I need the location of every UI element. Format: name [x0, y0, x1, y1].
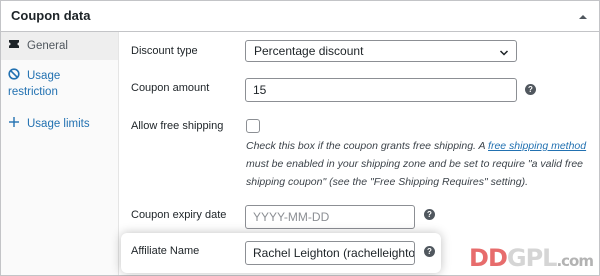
discount-type-value: Percentage discount — [254, 44, 364, 58]
coupon-amount-label: Coupon amount — [131, 82, 210, 94]
panel-header: Coupon data — [1, 1, 599, 32]
expiry-date-help-icon[interactable]: ? — [424, 209, 435, 220]
coupon-amount-input[interactable]: 15 — [245, 78, 517, 102]
free-shipping-method-link[interactable]: free shipping method — [488, 140, 586, 152]
coupon-data-panel: Coupon data General Usage restriction Us… — [0, 0, 600, 276]
affiliate-name-help-icon[interactable]: ? — [424, 246, 435, 257]
watermark-part2: GPL — [506, 244, 558, 272]
discount-type-select[interactable]: Percentage discount — [245, 40, 517, 62]
coupon-amount-help-icon[interactable]: ? — [525, 84, 536, 95]
plus-icon — [8, 116, 20, 128]
tab-general[interactable]: General — [1, 32, 118, 60]
discount-type-label: Discount type — [131, 45, 198, 57]
tab-general-label: General — [27, 40, 68, 52]
tab-usage-restriction-label: Usage restriction — [8, 70, 61, 98]
watermark-part1: DD — [469, 244, 508, 272]
affiliate-name-input[interactable]: Rachel Leighton (rachelleighton — [245, 241, 415, 265]
watermark-logo: DDGPL.com — [469, 244, 594, 272]
ticket-icon — [8, 38, 20, 50]
tab-usage-limits[interactable]: Usage limits — [1, 110, 118, 138]
collapse-arrow-icon[interactable] — [577, 10, 589, 22]
coupon-tabs-sidebar: General Usage restriction Usage limits — [1, 32, 119, 275]
expiry-date-label: Coupon expiry date — [131, 209, 227, 221]
panel-title: Coupon data — [11, 8, 91, 23]
tab-usage-restriction[interactable]: Usage restriction — [1, 62, 118, 102]
chevron-down-icon — [499, 47, 509, 57]
free-shipping-desc-before: Check this box if the coupon grants free… — [246, 140, 489, 152]
tab-usage-limits-label: Usage limits — [27, 118, 90, 130]
free-shipping-desc-after: must be enabled in your shipping zone an… — [246, 158, 584, 188]
free-shipping-label: Allow free shipping — [131, 120, 224, 132]
free-shipping-description: Check this box if the coupon grants free… — [246, 137, 591, 191]
affiliate-name-label: Affiliate Name — [131, 245, 200, 257]
expiry-date-input[interactable]: YYYY-MM-DD — [245, 205, 415, 229]
watermark-part3: .com — [556, 252, 594, 270]
free-shipping-checkbox[interactable] — [246, 119, 260, 133]
